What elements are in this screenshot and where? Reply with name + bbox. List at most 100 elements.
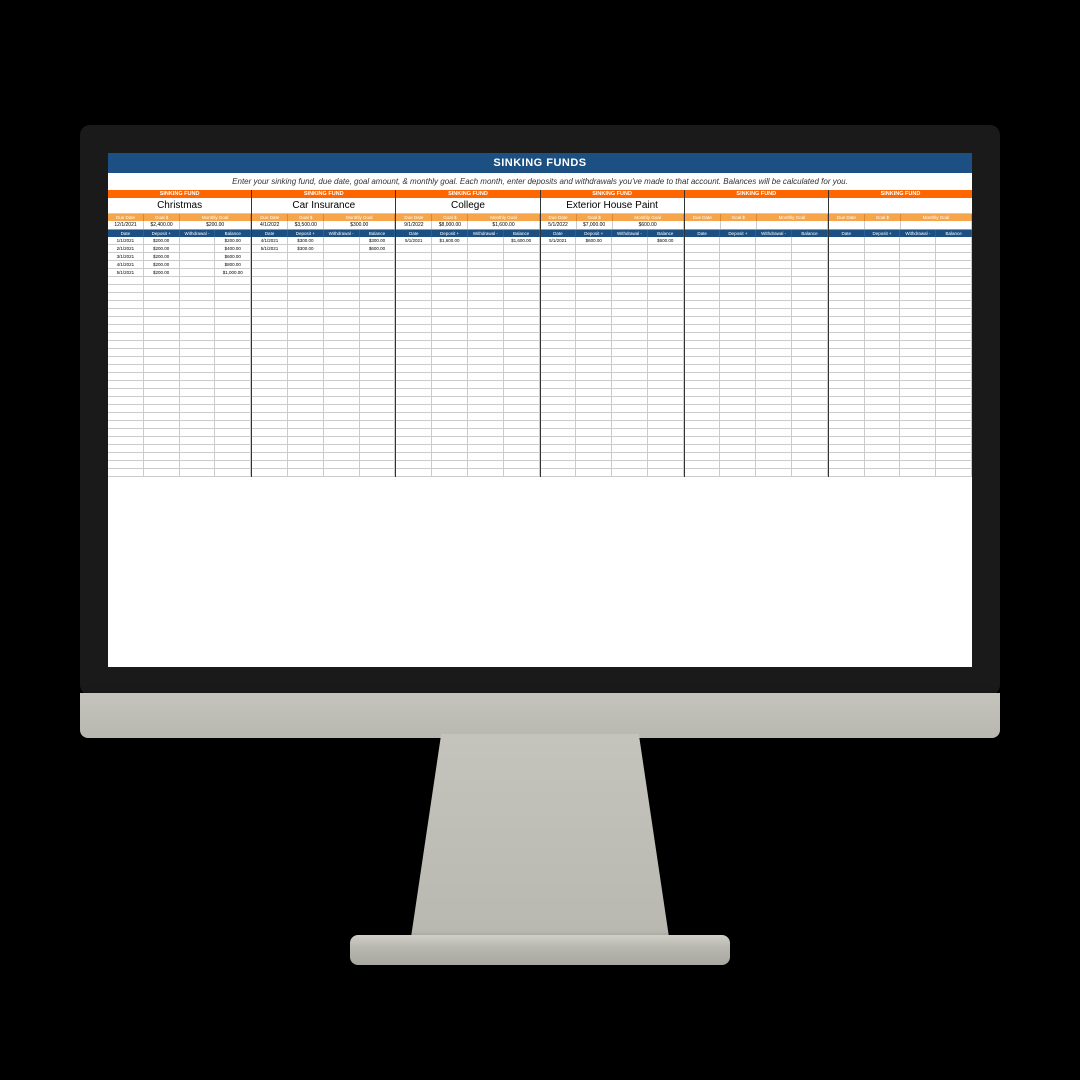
tx-cell[interactable] <box>215 301 251 308</box>
tx-cell[interactable] <box>108 413 144 420</box>
tx-cell[interactable] <box>215 413 251 420</box>
tx-cell[interactable] <box>865 405 901 412</box>
tx-cell[interactable] <box>541 373 577 380</box>
tx-cell[interactable] <box>215 461 251 468</box>
tx-cell[interactable] <box>612 277 648 284</box>
tx-cell[interactable] <box>396 429 432 436</box>
tx-cell[interactable] <box>360 317 396 324</box>
tx-cell[interactable] <box>612 405 648 412</box>
tx-cell[interactable] <box>252 365 288 372</box>
tx-cell[interactable] <box>252 349 288 356</box>
tx-cell[interactable] <box>360 277 396 284</box>
tx-cell[interactable] <box>541 277 577 284</box>
tx-cell[interactable] <box>468 293 504 300</box>
tx-cell[interactable] <box>288 333 324 340</box>
tx-cell[interactable] <box>936 301 972 308</box>
tx-cell[interactable] <box>396 397 432 404</box>
tx-cell[interactable] <box>936 373 972 380</box>
tx-cell[interactable] <box>215 317 251 324</box>
tx-cell[interactable] <box>360 437 396 444</box>
tx-cell[interactable] <box>900 381 936 388</box>
tx-cell[interactable] <box>576 269 612 276</box>
tx-cell[interactable] <box>612 389 648 396</box>
tx-cell[interactable] <box>541 389 577 396</box>
tx-cell[interactable] <box>648 341 684 348</box>
tx-cell[interactable] <box>324 437 360 444</box>
tx-cell[interactable] <box>936 445 972 452</box>
tx-cell[interactable] <box>468 405 504 412</box>
tx-cell[interactable] <box>541 381 577 388</box>
tx-cell[interactable] <box>432 349 468 356</box>
tx-cell[interactable] <box>648 453 684 460</box>
tx-cell[interactable] <box>468 325 504 332</box>
tx-cell[interactable] <box>792 317 828 324</box>
tx-cell[interactable] <box>541 445 577 452</box>
tx-cell[interactable] <box>144 285 180 292</box>
tx-cell[interactable] <box>648 413 684 420</box>
tx-cell[interactable] <box>936 381 972 388</box>
tx-cell[interactable] <box>865 381 901 388</box>
tx-cell[interactable] <box>720 333 756 340</box>
tx-cell[interactable] <box>936 293 972 300</box>
tx-cell[interactable] <box>180 365 216 372</box>
tx-cell[interactable] <box>432 293 468 300</box>
tx-cell[interactable] <box>576 389 612 396</box>
tx-cell[interactable] <box>829 453 865 460</box>
tx-cell[interactable] <box>865 469 901 476</box>
tx-cell[interactable] <box>324 269 360 276</box>
tx-cell[interactable] <box>829 469 865 476</box>
tx-cell[interactable] <box>576 365 612 372</box>
tx-cell[interactable] <box>288 389 324 396</box>
tx-cell[interactable] <box>685 349 721 356</box>
tx-cell[interactable] <box>541 285 577 292</box>
tx-cell[interactable] <box>829 341 865 348</box>
tx-cell[interactable] <box>756 349 792 356</box>
tx-cell[interactable] <box>360 325 396 332</box>
tx-cell[interactable] <box>144 389 180 396</box>
tx-cell[interactable] <box>720 469 756 476</box>
tx-cell[interactable] <box>215 309 251 316</box>
tx-cell[interactable] <box>288 397 324 404</box>
tx-cell[interactable] <box>792 405 828 412</box>
tx-cell[interactable] <box>215 421 251 428</box>
tx-cell[interactable] <box>288 285 324 292</box>
tx-cell[interactable] <box>504 373 540 380</box>
tx-cell[interactable] <box>900 269 936 276</box>
tx-cell[interactable] <box>541 261 577 268</box>
tx-cell[interactable] <box>288 325 324 332</box>
tx-cell[interactable] <box>756 325 792 332</box>
tx-cell[interactable] <box>792 389 828 396</box>
tx-cell[interactable] <box>541 365 577 372</box>
tx-cell[interactable]: $600.00 <box>648 237 684 244</box>
goal-value-cell[interactable] <box>829 221 865 229</box>
tx-cell[interactable] <box>504 253 540 260</box>
tx-cell[interactable] <box>252 461 288 468</box>
tx-cell[interactable] <box>288 429 324 436</box>
tx-cell[interactable] <box>936 357 972 364</box>
tx-cell[interactable] <box>252 293 288 300</box>
tx-cell[interactable] <box>180 325 216 332</box>
tx-cell[interactable] <box>936 285 972 292</box>
tx-cell[interactable] <box>756 261 792 268</box>
tx-cell[interactable] <box>144 341 180 348</box>
tx-cell[interactable] <box>648 301 684 308</box>
tx-cell[interactable] <box>180 269 216 276</box>
tx-cell[interactable] <box>432 285 468 292</box>
tx-cell[interactable] <box>829 437 865 444</box>
tx-cell[interactable] <box>541 253 577 260</box>
tx-cell[interactable] <box>900 461 936 468</box>
tx-cell[interactable] <box>504 453 540 460</box>
goal-value-cell[interactable] <box>901 221 972 229</box>
tx-cell[interactable] <box>829 445 865 452</box>
tx-cell[interactable] <box>720 341 756 348</box>
tx-cell[interactable] <box>829 357 865 364</box>
tx-cell[interactable] <box>396 421 432 428</box>
tx-cell[interactable] <box>612 413 648 420</box>
tx-cell[interactable] <box>180 405 216 412</box>
tx-cell[interactable] <box>504 293 540 300</box>
tx-cell[interactable] <box>829 261 865 268</box>
tx-cell[interactable] <box>324 461 360 468</box>
tx-cell[interactable] <box>865 349 901 356</box>
tx-cell[interactable] <box>865 317 901 324</box>
tx-cell[interactable] <box>648 293 684 300</box>
